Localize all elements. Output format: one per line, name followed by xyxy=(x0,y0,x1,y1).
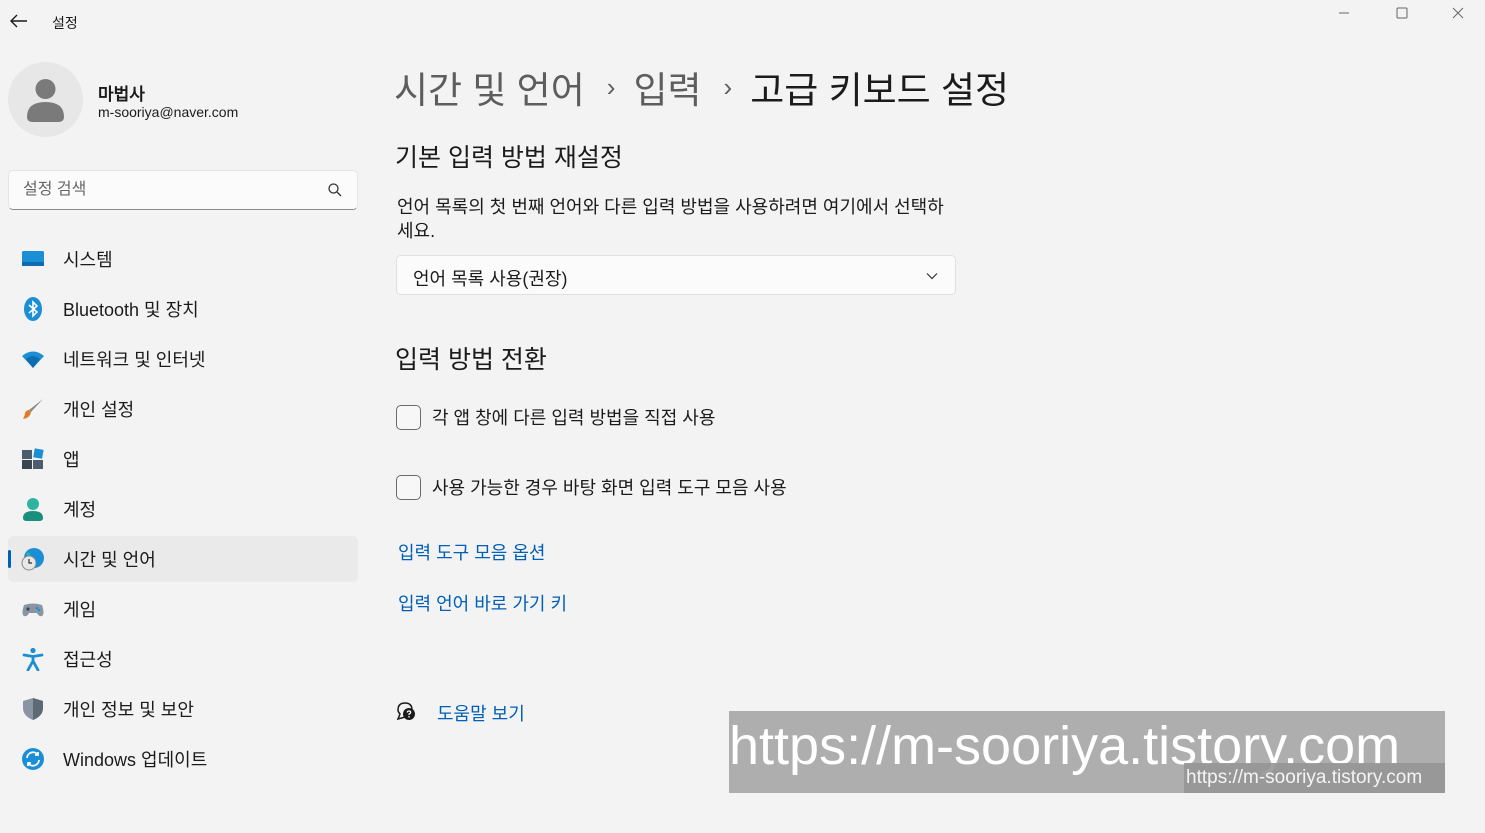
breadcrumb-separator: › xyxy=(606,71,616,102)
avatar[interactable] xyxy=(8,62,83,137)
minimize-icon xyxy=(1339,12,1349,14)
bluetooth-icon xyxy=(24,297,42,321)
paintbrush-icon xyxy=(23,399,43,419)
sidebar-item-label: 접근성 xyxy=(63,650,113,670)
search-icon[interactable] xyxy=(327,182,343,198)
back-button[interactable] xyxy=(6,8,32,34)
sidebar-item-personalization[interactable]: 개인 설정 xyxy=(8,386,358,432)
override-description: 언어 목록의 첫 번째 언어와 다른 입력 방법을 사용하려면 여기에서 선택하… xyxy=(397,197,944,241)
close-button[interactable] xyxy=(1430,0,1485,26)
app-title: 설정 xyxy=(52,15,78,31)
language-bar-options-link[interactable]: 입력 도구 모음 옵션 xyxy=(398,539,545,565)
dropdown-selected-value: 언어 목록 사용(권장) xyxy=(413,269,568,289)
sidebar-item-privacy[interactable]: 개인 정보 및 보안 xyxy=(8,686,358,732)
sidebar-item-label: 게임 xyxy=(63,600,97,620)
sidebar-item-accounts[interactable]: 계정 xyxy=(8,486,358,532)
sidebar-item-label: 계정 xyxy=(63,500,97,520)
sidebar-item-label: Bluetooth 및 장치 xyxy=(63,300,199,320)
breadcrumb-input[interactable]: 입력 xyxy=(633,60,701,114)
sidebar-item-accessibility[interactable]: 접근성 xyxy=(8,636,358,682)
search-box xyxy=(8,170,358,210)
account-icon xyxy=(23,498,43,521)
shield-icon xyxy=(23,698,43,720)
maximize-button[interactable] xyxy=(1374,0,1430,26)
chevron-down-icon xyxy=(926,273,938,280)
watermark: https://m-sooriya.tistory.com https://m-… xyxy=(729,711,1445,793)
per-app-input-label: 각 앱 창에 다른 입력 방법을 직접 사용 xyxy=(432,408,716,428)
sidebar-item-network[interactable]: 네트워크 및 인터넷 xyxy=(8,336,358,382)
breadcrumb-separator: › xyxy=(723,71,733,102)
search-input[interactable] xyxy=(23,179,313,201)
sidebar-item-bluetooth[interactable]: Bluetooth 및 장치 xyxy=(8,286,358,332)
language-bar-checkbox[interactable] xyxy=(396,474,421,500)
language-bar-label: 사용 가능한 경우 바탕 화면 입력 도구 모음 사용 xyxy=(432,478,787,498)
get-help-link[interactable]: 도움말 보기 xyxy=(437,700,525,726)
override-section-title: 기본 입력 방법 재설정 xyxy=(395,144,623,172)
maximize-icon xyxy=(1396,7,1408,19)
sidebar-item-label: Windows 업데이트 xyxy=(63,750,208,770)
user-name: 마법사 xyxy=(98,85,145,104)
help-icon xyxy=(396,702,415,721)
apps-icon xyxy=(22,448,44,469)
switching-section-title: 입력 방법 전환 xyxy=(395,346,547,374)
close-icon xyxy=(1452,7,1464,19)
user-silhouette-icon xyxy=(27,79,64,122)
breadcrumb-time-language[interactable]: 시간 및 언어 xyxy=(394,60,585,114)
input-language-hotkeys-link[interactable]: 입력 언어 바로 가기 키 xyxy=(398,590,567,616)
sidebar-item-apps[interactable]: 앱 xyxy=(8,436,358,482)
sidebar-item-label: 개인 설정 xyxy=(63,400,135,420)
per-app-input-checkbox[interactable] xyxy=(396,404,421,430)
sidebar-item-gaming[interactable]: 게임 xyxy=(8,586,358,632)
language-bar-option[interactable]: 사용 가능한 경우 바탕 화면 입력 도구 모음 사용 xyxy=(396,474,787,500)
update-icon xyxy=(22,748,44,770)
gamepad-icon xyxy=(22,603,44,617)
breadcrumb: 시간 및 언어 › 입력 › 고급 키보드 설정 xyxy=(394,60,1009,114)
sidebar-item-label: 시스템 xyxy=(63,250,113,270)
sidebar-item-label: 시간 및 언어 xyxy=(63,550,156,570)
back-arrow-icon xyxy=(10,14,27,28)
user-email: m-sooriya@naver.com xyxy=(98,104,239,120)
input-method-dropdown[interactable]: 언어 목록 사용(권장) xyxy=(396,255,956,295)
sidebar-item-windows-update[interactable]: Windows 업데이트 xyxy=(8,736,358,782)
minimize-button[interactable] xyxy=(1316,0,1372,26)
wifi-icon xyxy=(22,351,44,368)
sidebar-nav: 시스템 Bluetooth 및 장치 네트워크 및 인터넷 개인 설정 앱 계정… xyxy=(8,236,358,786)
page-title: 고급 키보드 설정 xyxy=(750,70,1010,111)
watermark-text-small: https://m-sooriya.tistory.com xyxy=(1186,767,1423,788)
per-app-input-option[interactable]: 각 앱 창에 다른 입력 방법을 직접 사용 xyxy=(396,404,715,430)
system-icon xyxy=(22,251,44,266)
sidebar-item-time-language[interactable]: 시간 및 언어 xyxy=(8,536,358,582)
sidebar-item-label: 개인 정보 및 보안 xyxy=(63,700,194,720)
time-language-icon xyxy=(21,548,44,571)
sidebar-item-system[interactable]: 시스템 xyxy=(8,236,358,282)
title-bar: 설정 xyxy=(0,0,1485,44)
sidebar-item-label: 앱 xyxy=(63,450,80,470)
sidebar-item-label: 네트워크 및 인터넷 xyxy=(63,350,206,370)
accessibility-icon xyxy=(22,647,44,671)
